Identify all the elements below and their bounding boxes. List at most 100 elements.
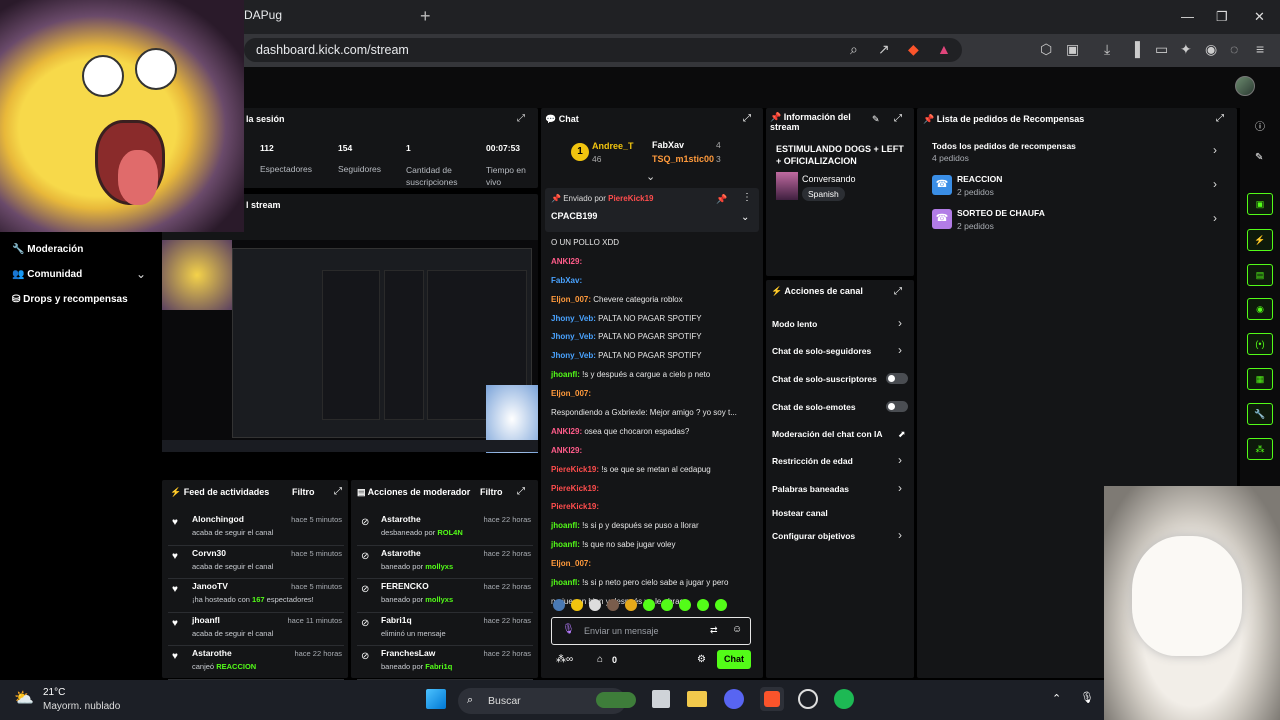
nav-drops[interactable]: ⛁ Drops y recompensas bbox=[12, 294, 128, 305]
chevron-right-icon[interactable]: › bbox=[1213, 211, 1217, 225]
expand-icon[interactable]: ⤢ bbox=[1216, 113, 1224, 124]
stream-preview[interactable] bbox=[162, 240, 538, 453]
feed-user[interactable]: Alonchingod bbox=[192, 514, 244, 524]
feed-item[interactable]: ♥ Astarothe hace 22 horas canjeó REACCIO… bbox=[168, 646, 344, 680]
chat-username[interactable]: jhoanfl: bbox=[551, 370, 580, 379]
profile-icon[interactable]: ◌ bbox=[1230, 41, 1238, 57]
maximize-icon[interactable]: ❐ bbox=[1216, 9, 1228, 25]
chat-username[interactable]: PiereKick19: bbox=[551, 502, 599, 511]
chevron-down-icon[interactable]: ⌄ bbox=[136, 267, 146, 281]
tray-chevron-icon[interactable]: ⌃ bbox=[1052, 692, 1061, 705]
mod-user[interactable]: Astarothe bbox=[381, 514, 421, 524]
vpn-icon[interactable]: ◉ bbox=[1205, 41, 1217, 58]
feed-user[interactable]: JanooTV bbox=[192, 581, 228, 591]
chat-message[interactable]: ANKI29: osea que chocaron espadas? bbox=[551, 425, 755, 444]
chevron-right-icon[interactable]: › bbox=[898, 343, 902, 357]
spotify-icon[interactable] bbox=[834, 689, 854, 709]
chat-username[interactable]: Eljon_007: bbox=[551, 295, 591, 304]
new-tab-icon[interactable]: + bbox=[420, 6, 431, 27]
chevron-right-icon[interactable]: › bbox=[898, 528, 902, 542]
emote-icon[interactable] bbox=[571, 599, 583, 611]
chat-username[interactable]: Jhony_Veb: bbox=[551, 351, 596, 360]
modaction-item[interactable]: ⊘ Astarothe hace 22 horas baneado por mo… bbox=[357, 546, 533, 579]
tab-search-icon[interactable]: ▣ bbox=[1066, 41, 1079, 58]
feed-item[interactable]: ♥ jhoanfl hace 11 minutos acaba de segui… bbox=[168, 613, 344, 646]
modaction-item[interactable]: ⊘ Fabri1q hace 22 horas eliminó un mensa… bbox=[357, 613, 533, 646]
chevron-right-icon[interactable]: › bbox=[898, 481, 902, 495]
chat-bubble-icon[interactable]: ◉ bbox=[1247, 298, 1273, 320]
reward-name[interactable]: REACCION bbox=[957, 174, 1002, 184]
chat-message[interactable]: Jhony_Veb: PALTA NO PAGAR SPOTIFY bbox=[551, 312, 755, 331]
chevron-right-icon[interactable]: › bbox=[898, 316, 902, 330]
leader-name[interactable]: TSQ_m1stic00 bbox=[652, 154, 714, 164]
expand-icon[interactable]: ⤢ bbox=[517, 113, 525, 124]
emotes-only-toggle[interactable] bbox=[886, 401, 908, 412]
feed-item[interactable]: ♥ Corvn30 hace 5 minutos acaba de seguir… bbox=[168, 546, 344, 579]
obs-icon[interactable] bbox=[798, 689, 818, 709]
url-text[interactable]: dashboard.kick.com/stream bbox=[256, 43, 409, 57]
chat-username[interactable]: Jhony_Veb: bbox=[551, 314, 596, 323]
chat-username[interactable]: Jhony_Veb: bbox=[551, 332, 596, 341]
mod-user[interactable]: FERENCKO bbox=[381, 581, 429, 591]
notes-icon[interactable]: ▤ bbox=[1247, 264, 1273, 286]
emote-icon[interactable] bbox=[643, 599, 655, 611]
modactions-filter-button[interactable]: Filtro bbox=[480, 487, 503, 497]
points-icon[interactable]: ⁂∞ bbox=[556, 654, 573, 665]
translate-icon[interactable]: ⇄ bbox=[710, 625, 718, 636]
emote-icon[interactable] bbox=[625, 599, 637, 611]
lightning-icon[interactable]: ⚡ bbox=[1247, 229, 1273, 251]
edit-icon[interactable]: ✎ bbox=[1255, 152, 1263, 163]
download-icon[interactable]: ⤓ bbox=[1104, 41, 1110, 58]
emote-icon[interactable] bbox=[553, 599, 565, 611]
emote-icon[interactable] bbox=[589, 599, 601, 611]
feed-user[interactable]: Corvn30 bbox=[192, 548, 226, 558]
expand-icon[interactable]: ⤢ bbox=[334, 486, 342, 497]
layout-icon[interactable]: ▦ bbox=[1247, 368, 1273, 390]
chat-message[interactable]: jhoanfl: !s si p y después se puso a llo… bbox=[551, 519, 755, 538]
file-explorer-icon[interactable] bbox=[687, 691, 707, 707]
feed-item[interactable]: ♥ Alonchingod hace 5 minutos acaba de se… bbox=[168, 512, 344, 546]
chat-message[interactable]: Respondiendo a Gxbriexle: Mejor amigo ? … bbox=[551, 406, 755, 425]
extensions-icon[interactable]: ⬡ bbox=[1040, 41, 1052, 58]
chat-message[interactable]: PiereKick19: bbox=[551, 500, 755, 519]
category-name[interactable]: Conversando bbox=[802, 174, 856, 184]
chat-username[interactable]: ANKI29: bbox=[551, 257, 582, 266]
feed-user[interactable]: Astarothe bbox=[192, 648, 232, 658]
chat-message[interactable]: PiereKick19: bbox=[551, 482, 755, 501]
brave-shield-icon[interactable]: ◆ bbox=[908, 41, 919, 58]
external-link-icon[interactable]: ⬈ bbox=[898, 429, 906, 440]
modaction-item[interactable]: ⊘ Astarothe hace 22 horas desbaneado por… bbox=[357, 512, 533, 546]
mic-tray-icon[interactable]: 🎙 bbox=[1080, 691, 1094, 704]
chat-username[interactable]: ANKI29: bbox=[551, 446, 582, 455]
avatar[interactable] bbox=[1235, 76, 1255, 96]
configure-goals[interactable]: Configurar objetivos bbox=[772, 531, 855, 541]
emoji-icon[interactable]: ☺ bbox=[732, 624, 742, 635]
nav-community[interactable]: 👥 Comunidad bbox=[12, 269, 82, 280]
subscribers-only-toggle[interactable] bbox=[886, 373, 908, 384]
chat-message[interactable]: O UN POLLO XDD bbox=[551, 236, 755, 255]
nav-moderation[interactable]: 🔧 Moderación bbox=[12, 244, 83, 255]
pin-icon[interactable]: 📌 bbox=[716, 194, 727, 205]
wallet-icon[interactable]: ▭ bbox=[1155, 41, 1168, 58]
expand-icon[interactable]: ⤢ bbox=[894, 113, 902, 124]
modaction-item[interactable]: ⊘ FranchesLaw hace 22 horas baneado por … bbox=[357, 646, 533, 680]
tool-icon[interactable]: 🔧 bbox=[1247, 403, 1273, 425]
chat-message[interactable]: jhoanfl: !s y después a cargue a cielo p… bbox=[551, 368, 755, 387]
settings-gear-icon[interactable]: ⚙ bbox=[697, 654, 706, 665]
leo-icon[interactable]: ✦ bbox=[1180, 41, 1192, 58]
brave-rewards-icon[interactable]: ▲ bbox=[937, 41, 951, 57]
chat-username[interactable]: FabXav: bbox=[551, 276, 582, 285]
expand-icon[interactable]: ⤢ bbox=[517, 486, 525, 497]
age-restriction[interactable]: Restricción de edad bbox=[772, 456, 853, 466]
send-chat-button[interactable]: Chat bbox=[717, 650, 751, 669]
chat-message[interactable]: Eljon_007: bbox=[551, 557, 755, 576]
feed-user[interactable]: jhoanfl bbox=[192, 615, 220, 625]
collapse-icon[interactable]: ⌄ bbox=[646, 170, 655, 183]
emotes-only-chat[interactable]: Chat de solo-emotes bbox=[772, 402, 856, 412]
chat-username[interactable]: jhoanfl: bbox=[551, 578, 580, 587]
windows-start-icon[interactable] bbox=[426, 689, 446, 709]
chat-message[interactable]: Eljon_007: Chevere categoria roblox bbox=[551, 293, 755, 312]
reward-name[interactable]: SORTEO DE CHAUFA bbox=[957, 208, 1045, 218]
mod-user[interactable]: Fabri1q bbox=[381, 615, 412, 625]
task-view-icon[interactable] bbox=[652, 690, 670, 708]
